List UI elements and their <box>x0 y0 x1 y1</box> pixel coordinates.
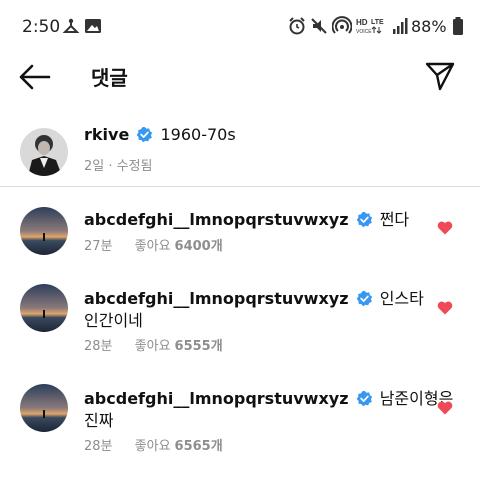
comment-text-continued: 인간이네 <box>84 311 143 330</box>
hd-lte-icon: HD VOICE LTE <box>356 18 384 35</box>
send-icon[interactable] <box>424 60 456 92</box>
comment-line: abcdefghi__lmnopqrstuvwxyz 쩐다 <box>84 206 409 230</box>
comment-text-continued: 진짜 <box>84 411 114 430</box>
likes-count[interactable]: 6555개 <box>175 339 223 354</box>
verified-badge-icon <box>356 211 372 228</box>
page-title: 댓글 <box>91 66 128 90</box>
comment-time: 28분 <box>84 439 113 454</box>
svg-text:HD: HD <box>356 18 368 27</box>
comment-text: 인스타 <box>379 289 424 308</box>
comment-author-avatar[interactable] <box>20 384 68 432</box>
likes-label[interactable]: 좋아요 <box>135 239 171 254</box>
back-arrow-icon[interactable] <box>18 62 52 92</box>
comment-username[interactable]: abcdefghi__lmnopqrstuvwxyz <box>84 389 349 408</box>
likes-label[interactable]: 좋아요 <box>135 339 171 354</box>
comment-text: 쩐다 <box>379 210 410 229</box>
caption-meta: 2일 · 수정됨 <box>84 159 153 174</box>
like-heart-icon[interactable] <box>437 401 453 415</box>
comment-meta: 28분 좋아요 6565개 <box>84 435 241 454</box>
comment-meta: 28분 좋아요 6555개 <box>84 335 241 354</box>
svg-text:LTE: LTE <box>371 19 384 26</box>
comment-time: 28분 <box>84 339 113 354</box>
like-heart-icon[interactable] <box>437 301 453 315</box>
comment-author-avatar[interactable] <box>20 284 68 332</box>
divider <box>0 186 480 187</box>
svg-text:VOICE: VOICE <box>356 29 372 35</box>
comment-line: abcdefghi__lmnopqrstuvwxyz 남준이형은 <box>84 385 453 409</box>
battery-icon <box>453 17 463 35</box>
comment-time: 27분 <box>84 239 113 254</box>
notification-icon <box>62 18 80 33</box>
caption-author-avatar[interactable] <box>20 128 68 176</box>
comment-meta: 27분 좋아요 6400개 <box>84 235 241 254</box>
comment-username[interactable]: abcdefghi__lmnopqrstuvwxyz <box>84 289 349 308</box>
mute-icon <box>311 18 327 34</box>
caption-username[interactable]: rkive <box>84 125 129 144</box>
comment-author-avatar[interactable] <box>20 207 68 255</box>
signal-icon <box>393 18 408 34</box>
verified-badge-icon <box>356 290 372 307</box>
hotspot-icon <box>332 16 352 34</box>
likes-count[interactable]: 6565개 <box>175 439 223 454</box>
like-heart-icon[interactable] <box>437 221 453 235</box>
app-header: 댓글 <box>0 56 480 98</box>
caption-text: 1960-70s <box>160 125 236 144</box>
alarm-icon <box>289 17 305 35</box>
likes-count[interactable]: 6400개 <box>175 239 223 254</box>
verified-badge-icon <box>137 126 153 143</box>
gallery-icon <box>85 19 101 33</box>
status-bar: 2:50 HD VOICE LTE 88% <box>0 0 480 56</box>
battery-percent: 88% <box>411 17 447 36</box>
comment-username[interactable]: abcdefghi__lmnopqrstuvwxyz <box>84 210 349 229</box>
verified-badge-icon <box>356 390 372 407</box>
comment-line: abcdefghi__lmnopqrstuvwxyz 인스타 <box>84 285 424 309</box>
caption-line: rkive 1960-70s <box>84 125 236 144</box>
status-time: 2:50 <box>22 17 61 37</box>
likes-label[interactable]: 좋아요 <box>135 439 171 454</box>
